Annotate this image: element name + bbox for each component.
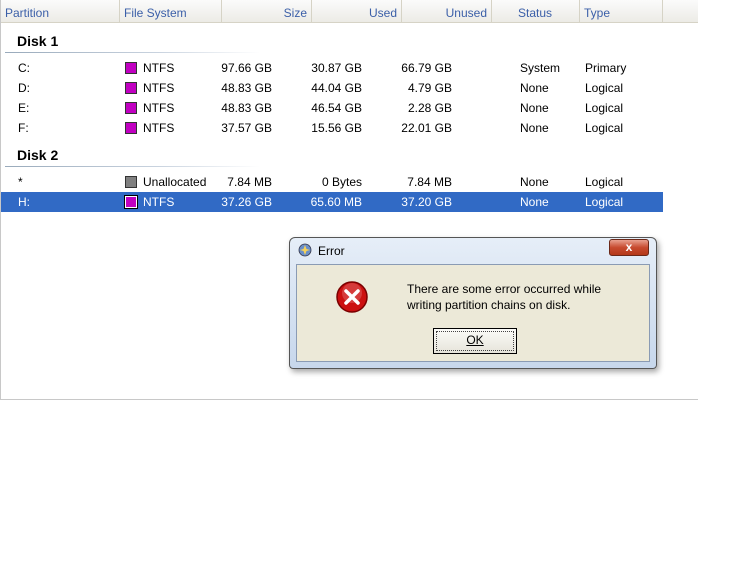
cell-status: System	[520, 61, 561, 75]
app-icon	[298, 243, 312, 257]
cell-used: 15.56 GB	[311, 121, 362, 135]
file-system-color-swatch	[125, 176, 137, 188]
partition-row[interactable]: F: NTFS 37.57 GB 15.56 GB 22.01 GB None Logica…	[1, 118, 663, 138]
col-partition[interactable]: Partition	[1, 0, 120, 22]
close-icon: x	[625, 240, 633, 254]
col-size[interactable]: Size	[222, 0, 312, 22]
cell-type: Logical	[585, 195, 624, 209]
cell-partition: D:	[18, 81, 30, 95]
disk-2-label: Disk 2	[17, 147, 59, 163]
ok-button-label: OK	[466, 333, 484, 347]
cell-used: 30.87 GB	[311, 61, 362, 75]
cell-partition: *	[18, 175, 23, 189]
cell-size: 37.26 GB	[221, 195, 272, 209]
cell-type: Logical	[585, 101, 624, 115]
cell-status: None	[520, 121, 549, 135]
error-message: There are some error occurred while writ…	[407, 281, 637, 313]
ok-button[interactable]: OK	[433, 328, 517, 354]
col-unused[interactable]: Unused	[402, 0, 492, 22]
cell-unused: 22.01 GB	[401, 121, 452, 135]
cell-size: 48.83 GB	[221, 101, 272, 115]
cell-unused: 37.20 GB	[401, 195, 452, 209]
cell-partition: H:	[18, 195, 30, 209]
cell-fs: NTFS	[143, 101, 175, 115]
file-system-color-swatch	[125, 82, 137, 94]
error-dialog: Error x There are some error occurred wh…	[289, 237, 657, 369]
cell-status: None	[520, 175, 549, 189]
cell-size: 97.66 GB	[221, 61, 272, 75]
partition-row[interactable]: * Unallocated 7.84 MB 0 Bytes 7.84 MB None Log…	[1, 172, 663, 192]
file-system-color-swatch	[125, 62, 137, 74]
cell-fs: NTFS	[143, 81, 175, 95]
cell-size: 37.57 GB	[221, 121, 272, 135]
file-system-color-swatch	[125, 122, 137, 134]
error-message-line-2: writing partition chains on disk.	[407, 298, 571, 312]
cell-type: Primary	[585, 61, 627, 75]
cell-size: 48.83 GB	[221, 81, 272, 95]
close-button[interactable]: x	[609, 239, 649, 256]
cell-partition: F:	[18, 121, 29, 135]
error-message-line-1: There are some error occurred while	[407, 282, 602, 296]
file-system-color-swatch	[125, 102, 137, 114]
cell-used: 0 Bytes	[321, 175, 362, 189]
cell-used: 65.60 MB	[310, 195, 362, 209]
cell-partition: C:	[18, 61, 30, 75]
cell-type: Logical	[585, 175, 624, 189]
partition-row[interactable]: C: NTFS 97.66 GB 30.87 GB 66.79 GB System Prim…	[1, 58, 663, 78]
disk-2-divider	[5, 166, 260, 167]
cell-partition: E:	[18, 101, 30, 115]
cell-used: 46.54 GB	[311, 101, 362, 115]
col-file-system[interactable]: File System	[120, 0, 222, 22]
dialog-body: There are some error occurred while writ…	[296, 264, 650, 362]
cell-fs: NTFS	[143, 121, 175, 135]
cell-unused: 66.79 GB	[401, 61, 452, 75]
dialog-title: Error	[318, 244, 345, 258]
cell-fs: NTFS	[143, 195, 175, 209]
cell-type: Logical	[585, 81, 624, 95]
cell-unused: 7.84 MB	[407, 175, 452, 189]
cell-unused: 4.79 GB	[407, 81, 452, 95]
cell-status: None	[520, 81, 549, 95]
col-used[interactable]: Used	[312, 0, 402, 22]
cell-fs: Unallocated	[143, 175, 207, 189]
partition-row[interactable]: H: NTFS 37.26 GB 65.60 MB 37.20 GB None Logica…	[1, 192, 663, 212]
col-status[interactable]: Status	[492, 0, 580, 22]
cell-status: None	[520, 195, 549, 209]
cell-unused: 2.28 GB	[407, 101, 452, 115]
col-type[interactable]: Type	[580, 0, 663, 22]
error-icon	[336, 281, 368, 313]
partition-row[interactable]: E: NTFS 48.83 GB 46.54 GB 2.28 GB None Logical	[1, 98, 663, 118]
cell-type: Logical	[585, 121, 624, 135]
file-system-color-swatch	[124, 195, 138, 209]
cell-status: None	[520, 101, 549, 115]
column-header: Partition File System Size Used Unused S…	[1, 0, 698, 23]
partition-row[interactable]: D: NTFS 48.83 GB 44.04 GB 4.79 GB None Logical	[1, 78, 663, 98]
disk-1-label: Disk 1	[17, 33, 59, 49]
disk-1-divider	[5, 52, 260, 53]
cell-size: 7.84 MB	[227, 175, 272, 189]
cell-used: 44.04 GB	[311, 81, 362, 95]
cell-fs: NTFS	[143, 61, 175, 75]
